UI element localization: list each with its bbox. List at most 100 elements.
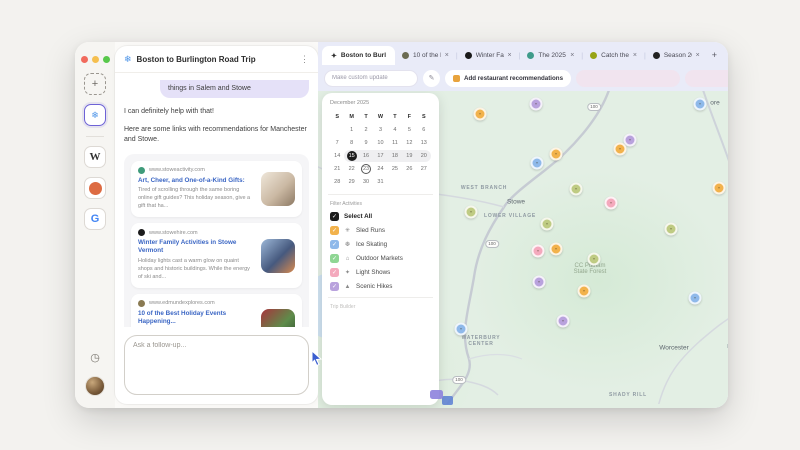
tab-close-icon[interactable]: × — [633, 52, 637, 59]
calendar-day[interactable]: 26 — [402, 163, 416, 175]
calendar-day[interactable]: 27 — [417, 163, 431, 175]
faded-suggestion-chip[interactable] — [576, 70, 680, 87]
map-marker-market[interactable]: • — [541, 218, 554, 231]
tab-active-boston[interactable]: ✦ Boston to Burl — [322, 46, 395, 65]
calendar-day[interactable] — [388, 176, 402, 188]
close-window-button[interactable] — [81, 56, 88, 63]
tab-item[interactable]: Winter Famil× — [458, 46, 519, 65]
calendar-day[interactable]: 22 — [344, 163, 358, 175]
calendar-day[interactable]: 6 — [417, 124, 431, 136]
calendar-day[interactable]: 1 — [344, 124, 358, 136]
map-marker-sled[interactable]: • — [474, 108, 487, 121]
map-marker-sled[interactable]: • — [550, 243, 563, 256]
checkbox-checked-icon[interactable]: ✓ — [330, 254, 339, 263]
filter-checkbox-row[interactable]: ✓Select All — [330, 212, 431, 221]
calendar-day[interactable]: 31 — [373, 176, 387, 188]
custom-update-input[interactable] — [324, 70, 418, 87]
filter-checkbox-row[interactable]: ✓✦Light Shows — [330, 268, 431, 277]
map-marker-lights[interactable]: • — [532, 245, 545, 258]
calendar-day[interactable] — [330, 124, 344, 136]
tab-item[interactable]: 10 of the Be× — [395, 46, 456, 65]
calendar-day[interactable]: 17 — [373, 150, 387, 162]
calendar-day[interactable]: 30 — [359, 176, 373, 188]
filter-checkbox-row[interactable]: ✓⌂Outdoor Markets — [330, 254, 431, 263]
calendar-day[interactable]: 28 — [330, 176, 344, 188]
checkbox-checked-icon[interactable]: ✓ — [330, 282, 339, 291]
link-card[interactable]: www.edmundexplores.com10 of the Best Hol… — [131, 294, 302, 327]
link-card[interactable]: www.stowehire.comWinter Family Activitie… — [131, 223, 302, 288]
sidebar-item-w-app[interactable]: W — [84, 146, 106, 168]
checkbox-checked-icon[interactable]: ✓ — [330, 268, 339, 277]
map-marker-market[interactable]: • — [588, 253, 601, 266]
tab-close-icon[interactable]: × — [508, 52, 512, 59]
map-marker-sled[interactable]: • — [713, 182, 726, 195]
calendar-day[interactable]: 12 — [402, 137, 416, 149]
map-marker-skate[interactable]: • — [694, 98, 707, 111]
tab-close-icon[interactable]: × — [570, 52, 574, 59]
calendar-day[interactable]: 8 — [344, 137, 358, 149]
tab-item[interactable]: The 2025 H× — [520, 46, 581, 65]
calendar-day[interactable]: 16 — [359, 150, 373, 162]
avatar[interactable] — [85, 376, 105, 396]
filter-checkbox-row[interactable]: ✓❆Ice Skating — [330, 240, 431, 249]
followup-input[interactable] — [133, 342, 300, 388]
add-restaurant-chip[interactable]: Add restaurant recommendations — [445, 70, 571, 87]
calendar-day[interactable]: 9 — [359, 137, 373, 149]
calendar-day[interactable] — [417, 176, 431, 188]
calendar-day[interactable]: 10 — [373, 137, 387, 149]
calendar-day[interactable]: 19 — [402, 150, 416, 162]
checkbox-checked-icon[interactable]: ✓ — [330, 240, 339, 249]
tab-close-icon[interactable]: × — [696, 52, 700, 59]
map-marker-market[interactable]: • — [665, 223, 678, 236]
zoom-window-button[interactable] — [103, 56, 110, 63]
calendar-day[interactable] — [402, 176, 416, 188]
tab-item[interactable]: Season 202× — [646, 46, 707, 65]
link-card[interactable]: www.stoweactivity.comArt, Cheer, and One… — [131, 161, 302, 218]
faded-suggestion-chip[interactable] — [685, 70, 728, 87]
map-marker-skate[interactable]: • — [689, 292, 702, 305]
tab-close-icon[interactable]: × — [445, 52, 449, 59]
calendar-day[interactable]: 24 — [373, 163, 387, 175]
map-marker-market[interactable]: • — [465, 206, 478, 219]
map-marker-sled[interactable]: • — [614, 143, 627, 156]
calendar-day[interactable]: 29 — [344, 176, 358, 188]
map-marker-hike[interactable]: • — [557, 315, 570, 328]
map-marker-hike[interactable]: • — [530, 98, 543, 111]
calendar-day-circled[interactable]: 23 — [359, 163, 373, 175]
map-canvas[interactable]: WEST BRANCHStoweLOWER VILLAGECC Putnam S… — [318, 91, 728, 408]
calendar-day[interactable]: 20 — [417, 150, 431, 162]
filter-checkbox-row[interactable]: ✓✳Sled Runs — [330, 226, 431, 235]
map-marker-lights[interactable]: • — [605, 197, 618, 210]
map-marker-sled[interactable]: • — [578, 285, 591, 298]
calendar-day[interactable]: 11 — [388, 137, 402, 149]
calendar-day[interactable]: 25 — [388, 163, 402, 175]
calendar-day[interactable]: 14 — [330, 150, 344, 162]
calendar-day-selected[interactable]: 15 — [344, 150, 358, 162]
checkbox-checked-icon[interactable]: ✓ — [330, 212, 339, 221]
map-marker-market[interactable]: • — [570, 183, 583, 196]
sidebar-item-assistant[interactable]: ❄ — [84, 104, 106, 126]
new-tab-button[interactable]: + — [707, 50, 722, 60]
minimize-window-button[interactable] — [92, 56, 99, 63]
calendar-day[interactable]: 2 — [359, 124, 373, 136]
new-item-button[interactable]: + — [84, 73, 106, 95]
map-marker-skate[interactable]: • — [531, 157, 544, 170]
filter-checkbox-row[interactable]: ✓▲Scenic Hikes — [330, 282, 431, 291]
calendar-day[interactable]: 7 — [330, 137, 344, 149]
chat-menu-icon[interactable]: ⋮ — [300, 54, 309, 65]
checkbox-checked-icon[interactable]: ✓ — [330, 226, 339, 235]
calendar-day[interactable]: 21 — [330, 163, 344, 175]
calendar-day[interactable]: 3 — [373, 124, 387, 136]
map-marker-hike[interactable]: • — [533, 276, 546, 289]
calendar-day[interactable]: 4 — [388, 124, 402, 136]
sidebar-item-orange-app[interactable] — [84, 177, 106, 199]
edit-icon[interactable]: ✎ — [423, 70, 440, 87]
map-marker-sled[interactable]: • — [550, 148, 563, 161]
history-icon[interactable]: ◷ — [90, 351, 100, 364]
calendar-day[interactable]: 13 — [417, 137, 431, 149]
calendar-day[interactable]: 18 — [388, 150, 402, 162]
map-feedback-button[interactable] — [442, 396, 453, 405]
map-marker-skate[interactable]: • — [455, 323, 468, 336]
sidebar-item-google[interactable]: G — [84, 208, 106, 230]
trip-builder-button[interactable] — [430, 390, 443, 399]
